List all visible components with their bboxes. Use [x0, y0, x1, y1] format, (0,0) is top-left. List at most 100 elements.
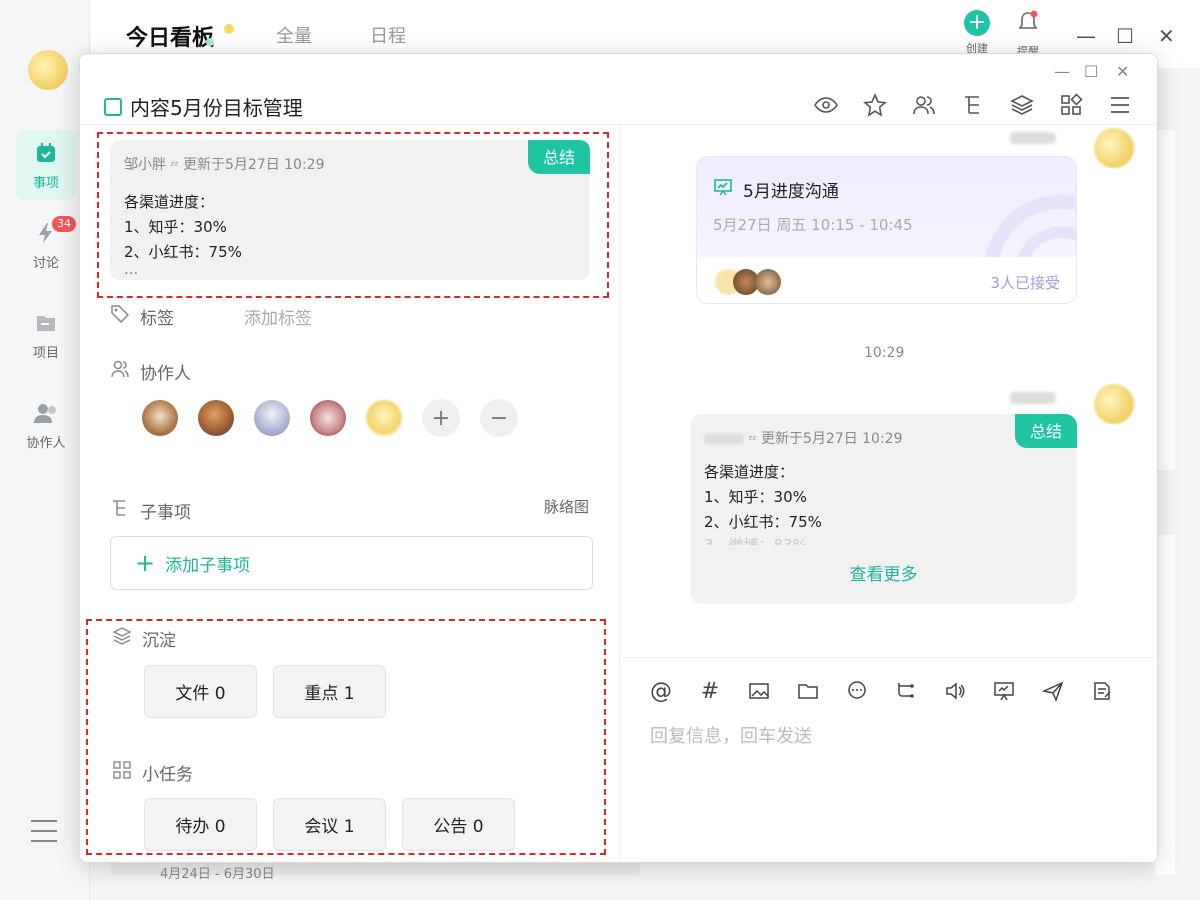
status-dot: [206, 38, 214, 46]
people-icon[interactable]: [911, 92, 937, 118]
sleep-icon: ᶻᶻ: [748, 433, 757, 446]
meeting-card-header: 5月进度沟通 5月27日 周五 10:15 - 10:45: [697, 157, 1076, 303]
reply-input[interactable]: 回复信息，回车发送: [650, 722, 812, 748]
people-icon: [110, 359, 130, 384]
layers-icon[interactable]: [1009, 92, 1035, 118]
add-tag-button[interactable]: 添加标签: [244, 304, 312, 329]
sidebar-item-projects[interactable]: 项目: [16, 300, 76, 370]
people-icon: [33, 400, 59, 426]
remove-collaborator-button[interactable]: −: [480, 399, 518, 437]
tag-icon: [110, 304, 130, 329]
minimize-icon[interactable]: —: [1054, 62, 1070, 81]
updated-time: 更新于5月27日 10:29: [760, 431, 903, 447]
sender-name: [1010, 132, 1056, 144]
task-title[interactable]: 内容5月份目标管理: [130, 92, 303, 121]
at-icon[interactable]: @: [648, 678, 674, 704]
folder-icon[interactable]: [795, 678, 821, 704]
avatar[interactable]: [142, 400, 178, 436]
summary-meta: ᶻᶻ 更新于5月27日 10:29: [704, 428, 903, 448]
add-collaborator-button[interactable]: +: [422, 399, 460, 437]
subtasks-section: 子事项: [110, 498, 191, 523]
summary-line: 3、微博：83%: [704, 536, 807, 545]
image-icon[interactable]: [746, 678, 772, 704]
avatar[interactable]: [310, 400, 346, 436]
highlight-frame: [86, 619, 606, 855]
create-button[interactable]: + 创建: [964, 10, 990, 56]
status-dot: [224, 24, 234, 34]
meeting-time: 5月27日 周五 10:15 - 10:45: [713, 216, 913, 234]
divider: [619, 125, 620, 862]
avatar: [755, 269, 781, 295]
meeting-title: 5月进度沟通: [713, 177, 839, 202]
sidebar-item-discussion[interactable]: 34 讨论: [16, 210, 76, 280]
minimize-icon[interactable]: —: [1076, 24, 1096, 48]
sidebar-item-label: 协作人: [26, 435, 66, 451]
hash-icon[interactable]: #: [697, 678, 723, 704]
highlight-frame: [97, 132, 609, 298]
subtask-tree-icon: [110, 498, 130, 523]
task-detail-dialog: — ☐ ✕ 内容5月份目标管理 总结 邹小胖 ᶻᶻ 更新于5月27日 10:29…: [79, 53, 1158, 863]
calendar-check-icon: [33, 140, 59, 166]
background-card: [1155, 130, 1175, 470]
chat-summary-card[interactable]: 总结 ᶻᶻ 更新于5月27日 10:29 各渠道进度： 1、知乎：30% 2、小…: [690, 414, 1077, 604]
summary-line: 各渠道进度：: [704, 463, 795, 481]
summary-line: 2、小红书：75%: [704, 513, 822, 531]
sender-name: [1010, 392, 1056, 404]
presentation-icon: [713, 177, 733, 202]
summary-body: 各渠道进度： 1、知乎：30% 2、小红书：75% 3、微博：83%: [704, 460, 822, 545]
add-subtask-label: 添加子事项: [165, 555, 251, 576]
close-icon[interactable]: ✕: [1158, 24, 1175, 48]
task-checkbox[interactable]: [104, 97, 122, 116]
menu-icon[interactable]: [1107, 92, 1133, 118]
sidebar-item-tasks[interactable]: 事项: [16, 130, 76, 200]
meeting-card[interactable]: 5月进度沟通 5月27日 周五 10:15 - 10:45 3人已接受: [696, 156, 1077, 304]
avatar[interactable]: [1094, 384, 1134, 424]
tags-section: 标签 添加标签: [110, 304, 312, 329]
note-icon[interactable]: [1089, 678, 1115, 704]
tab-today[interactable]: 今日看板: [126, 20, 214, 52]
send-icon[interactable]: [1040, 678, 1066, 704]
sidebar-item-collaborators[interactable]: 协作人: [16, 390, 76, 460]
date-range: 4月24日 - 6月30日: [160, 867, 275, 882]
view-more-link[interactable]: 查看更多: [690, 560, 1077, 585]
meeting-title-text: 5月进度沟通: [743, 182, 839, 202]
sidebar-item-label: 事项: [32, 175, 59, 191]
header-toolbar: [813, 92, 1133, 118]
sidebar-item-label: 讨论: [32, 255, 59, 271]
tab-all[interactable]: 全量: [276, 22, 312, 48]
reply-input-area: @ # 回复信息，回车发送: [622, 657, 1157, 862]
mindmap-link[interactable]: 脉络图: [544, 496, 589, 517]
avatar[interactable]: [366, 400, 402, 436]
input-toolbar: @ #: [648, 678, 1115, 704]
tab-schedule[interactable]: 日程: [370, 22, 406, 48]
star-icon[interactable]: [862, 92, 888, 118]
bell-icon: [1016, 10, 1040, 39]
subtasks-label: 子事项: [140, 503, 191, 523]
chat-bubble-icon[interactable]: [844, 678, 870, 704]
message-timestamp: 10:29: [864, 345, 905, 361]
tags-label: 标签: [140, 309, 174, 329]
dialog-title: 内容5月份目标管理: [104, 92, 303, 121]
subtask-tree-icon[interactable]: [960, 92, 986, 118]
close-icon[interactable]: ✕: [1116, 62, 1129, 81]
voice-icon[interactable]: [942, 678, 968, 704]
maximize-icon[interactable]: ☐: [1084, 62, 1098, 81]
presentation-icon[interactable]: [991, 678, 1017, 704]
collaborators-label: 协作人: [140, 364, 191, 384]
collaborator-list: + −: [142, 399, 518, 437]
maximize-icon[interactable]: ☐: [1116, 24, 1134, 48]
subtask-icon[interactable]: [893, 678, 919, 704]
user-avatar[interactable]: [28, 50, 68, 90]
sidebar-item-label: 项目: [32, 345, 59, 361]
eye-icon[interactable]: [813, 92, 839, 118]
avatar[interactable]: [1094, 128, 1134, 168]
meeting-attendees: 3人已接受: [697, 257, 1076, 303]
unread-badge: 34: [52, 216, 76, 232]
accepted-count[interactable]: 3人已接受: [990, 272, 1060, 293]
menu-icon[interactable]: [31, 820, 57, 850]
remind-button[interactable]: 提醒: [1016, 10, 1040, 59]
add-subtask-button[interactable]: + 添加子事项: [110, 536, 593, 590]
avatar[interactable]: [198, 400, 234, 436]
apps-grid-icon[interactable]: [1058, 92, 1084, 118]
avatar[interactable]: [254, 400, 290, 436]
